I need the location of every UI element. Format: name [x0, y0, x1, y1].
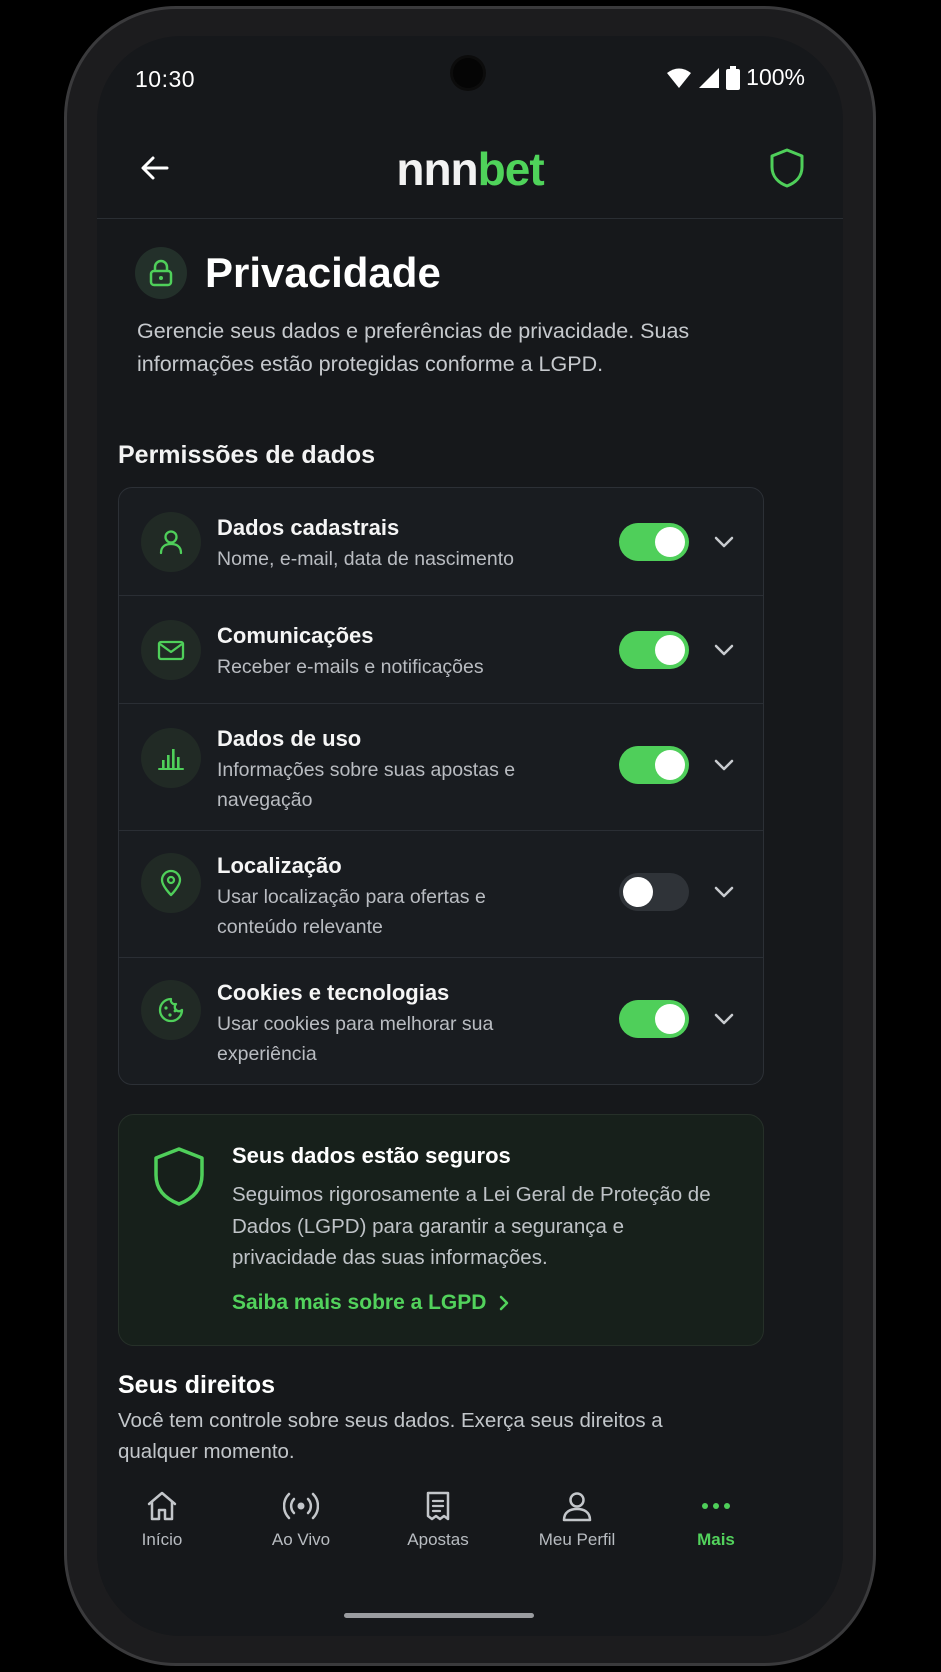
- profile-icon: [562, 1492, 592, 1522]
- screen: 10:30 100% nnnbet Privacidade Gerencie s…: [97, 36, 843, 1636]
- perm-title: Localização: [217, 853, 342, 878]
- toggle-localizacao[interactable]: [619, 873, 689, 911]
- nav-label: Ao Vivo: [271, 1530, 331, 1549]
- status-icons: 100%: [666, 64, 805, 91]
- permission-row-dados-cadastrais[interactable]: Dados cadastrais Nome, e-mail, data de n…: [119, 488, 763, 596]
- permission-row-localizacao[interactable]: Localização Usar localização para oferta…: [119, 831, 763, 958]
- location-pin-icon: [160, 869, 182, 897]
- rights-description: Você tem controle sobre seus dados. Exer…: [118, 1409, 663, 1463]
- signal-icon: [699, 67, 720, 88]
- nav-item-ao-vivo[interactable]: Ao Vivo: [231, 1488, 371, 1550]
- rights-section-title: Seus direitos: [118, 1371, 275, 1399]
- perm-title: Dados cadastrais: [217, 515, 400, 540]
- security-info-card: Seus dados estão seguros Seguimos rigoro…: [118, 1114, 764, 1346]
- lgpd-learn-more-link[interactable]: Saiba mais sobre a LGPD: [232, 1291, 512, 1315]
- mail-icon: [157, 640, 185, 661]
- live-broadcast-icon: [283, 1492, 319, 1520]
- toggle-dados-cadastrais[interactable]: [619, 523, 689, 561]
- nav-label: Mais: [697, 1530, 735, 1549]
- lock-badge: [135, 247, 187, 299]
- perm-title: Dados de uso: [217, 726, 362, 751]
- chevron-down-icon[interactable]: [709, 1004, 739, 1034]
- toggle-knob: [655, 635, 685, 665]
- nav-label: Início: [141, 1530, 183, 1549]
- cookie-icon: [158, 997, 184, 1023]
- home-icon: [147, 1491, 177, 1521]
- perm-desc: Usar localização para ofertas e conteúdo…: [217, 886, 486, 938]
- page-title: Privacidade: [205, 249, 441, 296]
- page-title-row: Privacidade: [135, 247, 441, 299]
- nav-item-apostas[interactable]: Apostas: [368, 1488, 508, 1550]
- more-dots-icon: [702, 1503, 730, 1509]
- permission-row-cookies[interactable]: Cookies e tecnologias Usar cookies para …: [119, 958, 763, 1086]
- perm-desc: Nome, e-mail, data de nascimento: [217, 548, 514, 570]
- status-time: 10:30: [135, 66, 196, 92]
- perm-title: Cookies e tecnologias: [217, 980, 450, 1005]
- chevron-right-icon: [500, 1295, 509, 1311]
- nav-label: Meu Perfil: [538, 1530, 616, 1549]
- perm-icon-badge: [141, 853, 201, 913]
- permission-row-comunicacoes[interactable]: Comunicações Receber e-mails e notificaç…: [119, 596, 763, 704]
- perm-desc: Usar cookies para melhorar sua experiênc…: [217, 1013, 494, 1065]
- toggle-knob: [655, 750, 685, 780]
- nav-item-mais[interactable]: Mais: [646, 1488, 786, 1550]
- nav-item-inicio[interactable]: Início: [97, 1488, 232, 1550]
- home-indicator[interactable]: [344, 1613, 534, 1618]
- shield-icon[interactable]: [767, 146, 807, 190]
- chevron-down-icon[interactable]: [709, 635, 739, 665]
- security-card-title: Seus dados estão seguros: [232, 1143, 511, 1168]
- toggle-knob: [655, 527, 685, 557]
- perm-icon-badge: [141, 512, 201, 572]
- front-camera: [453, 58, 483, 88]
- perm-desc: Receber e-mails e notificações: [217, 656, 484, 678]
- toggle-dados-de-uso[interactable]: [619, 746, 689, 784]
- toggle-knob: [655, 1004, 685, 1034]
- security-card-text: Seguimos rigorosamente a Lei Geral de Pr…: [232, 1183, 711, 1269]
- toggle-knob: [623, 877, 653, 907]
- nav-item-meu-perfil[interactable]: Meu Perfil: [507, 1488, 647, 1550]
- main-content[interactable]: Privacidade Gerencie seus dados e prefer…: [97, 219, 843, 1519]
- chevron-down-icon[interactable]: [709, 750, 739, 780]
- shield-icon: [154, 1147, 204, 1206]
- perm-icon-badge: [141, 620, 201, 680]
- chart-icon: [158, 749, 184, 770]
- status-bar: 10:30 100%: [97, 36, 843, 118]
- chevron-down-icon[interactable]: [709, 877, 739, 907]
- toggle-cookies[interactable]: [619, 1000, 689, 1038]
- brand-logo[interactable]: nnnbet: [97, 142, 843, 196]
- lock-icon: [149, 259, 173, 287]
- perm-icon-badge: [141, 728, 201, 788]
- user-icon: [159, 530, 183, 555]
- lgpd-link-label: Saiba mais sobre a LGPD: [232, 1291, 487, 1314]
- battery-percent: 100%: [746, 64, 805, 90]
- betslip-icon: [426, 1491, 450, 1521]
- nav-label: Apostas: [407, 1530, 469, 1549]
- perm-desc: Informações sobre suas apostas e navegaç…: [217, 759, 516, 811]
- permissions-card: Dados cadastrais Nome, e-mail, data de n…: [118, 487, 764, 1085]
- app-header: nnnbet: [97, 118, 843, 219]
- bottom-navigation: Início Ao Vivo Apostas Meu Perfil Mais: [97, 1488, 843, 1636]
- perm-icon-badge: [141, 980, 201, 1040]
- page-description: Gerencie seus dados e preferências de pr…: [137, 319, 690, 376]
- permission-row-dados-de-uso[interactable]: Dados de uso Informações sobre suas apos…: [119, 704, 763, 831]
- chevron-down-icon[interactable]: [709, 527, 739, 557]
- perm-title: Comunicações: [217, 623, 374, 648]
- battery-icon: [726, 65, 741, 90]
- permissions-section-title: Permissões de dados: [118, 441, 376, 469]
- toggle-comunicacoes[interactable]: [619, 631, 689, 669]
- wifi-icon: [667, 68, 692, 88]
